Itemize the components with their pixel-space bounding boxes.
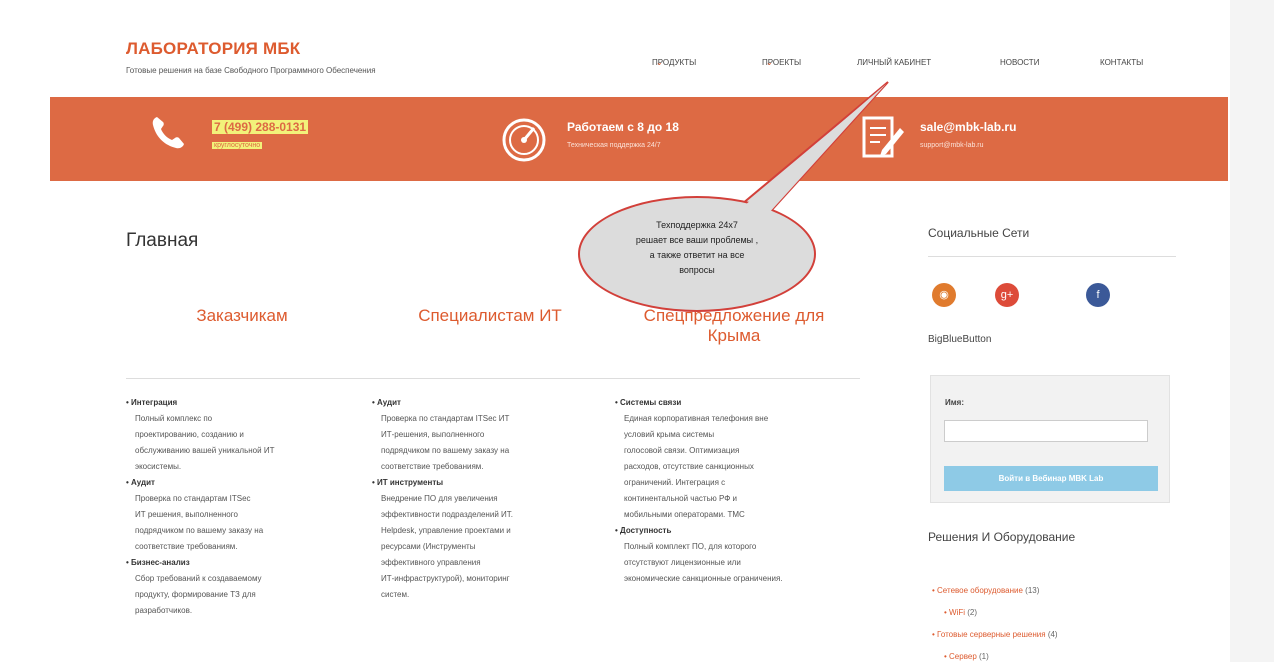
solution-count: (1): [979, 652, 989, 661]
list-item[interactable]: • WiFi (2): [932, 602, 1058, 624]
callout-pointer-join: [744, 84, 886, 214]
solution-link[interactable]: Сервер: [949, 652, 977, 661]
solution-link[interactable]: Готовые серверные решения: [937, 630, 1046, 639]
google-plus-icon[interactable]: g+: [995, 283, 1019, 307]
facebook-icon[interactable]: f: [1086, 283, 1110, 307]
callout-text: Техподдержка 24x7 решает все ваши пробле…: [594, 218, 800, 278]
solution-count: (13): [1025, 586, 1040, 595]
callout-line: вопросы: [679, 265, 715, 275]
solution-count: (4): [1047, 630, 1058, 639]
list-item[interactable]: • Сетевое оборудование (13): [932, 580, 1058, 602]
solution-count: (2): [967, 608, 978, 617]
name-input[interactable]: [944, 420, 1148, 442]
solution-link[interactable]: Сетевое оборудование: [937, 586, 1023, 595]
sidebar-divider: [928, 256, 1176, 257]
bigbluebutton-title: BigBlueButton: [928, 334, 992, 345]
solutions-title: Решения И Оборудование: [928, 530, 1076, 544]
social-networks-title: Социальные Сети: [928, 226, 1030, 240]
list-item[interactable]: • Сервер (1): [932, 646, 1058, 668]
rss-icon[interactable]: ◉: [932, 283, 956, 307]
callout-line: Техподдержка 24x7: [656, 220, 738, 230]
name-label: Имя:: [945, 398, 964, 407]
callout-line: решает все ваши проблемы ,: [635, 235, 759, 245]
join-webinar-button[interactable]: Войти в Вебинар MBK Lab: [944, 466, 1158, 491]
list-item[interactable]: • Готовые серверные решения (4): [932, 624, 1058, 646]
solutions-list: • Сетевое оборудование (13) • WiFi (2) •…: [932, 580, 1058, 668]
solution-link[interactable]: WiFi: [949, 608, 965, 617]
callout-line: а также ответит на все: [649, 250, 745, 260]
